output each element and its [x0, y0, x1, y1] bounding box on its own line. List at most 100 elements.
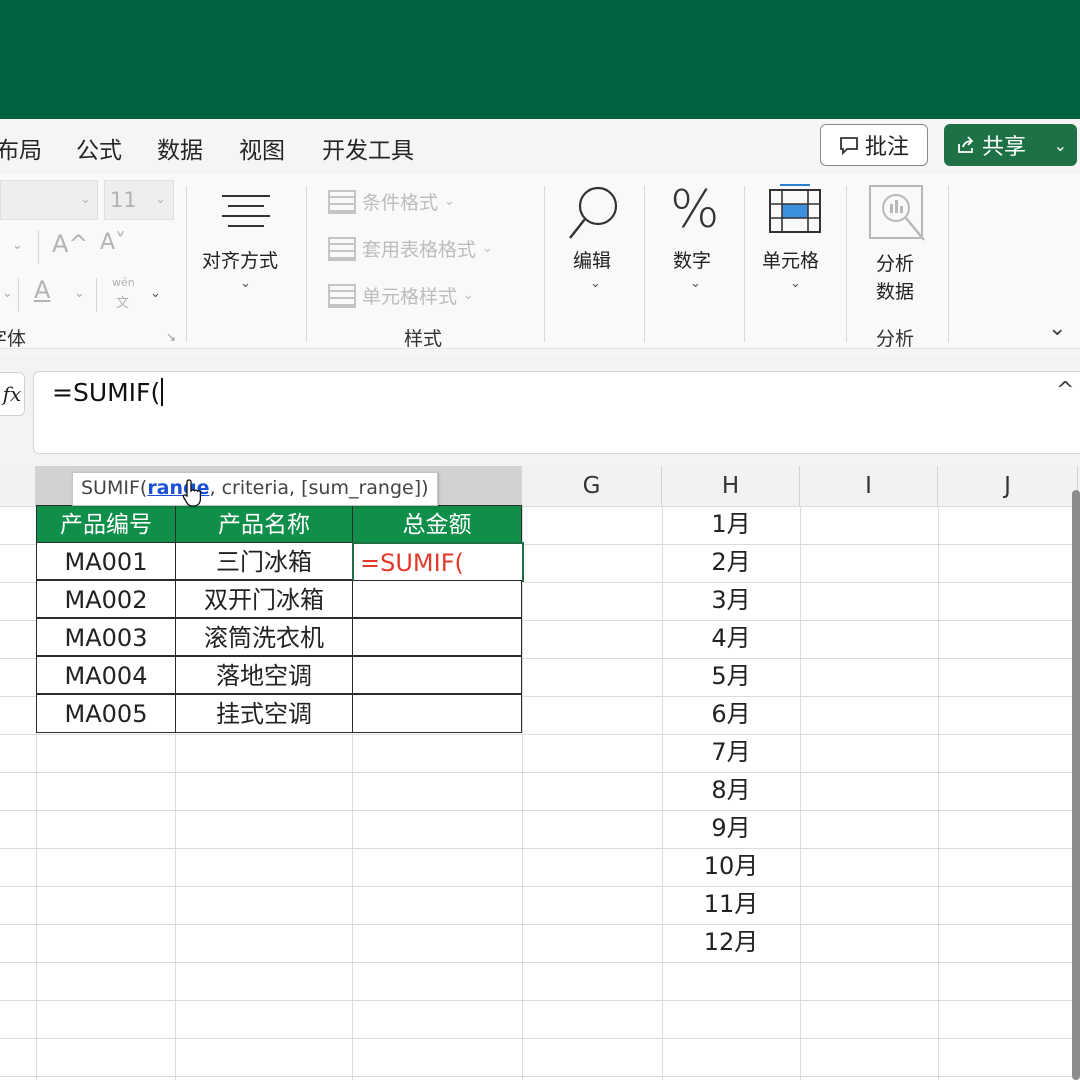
table-cell[interactable] — [352, 694, 522, 733]
divider — [544, 186, 545, 342]
cells-icon — [769, 184, 821, 233]
analyze-data-icon — [869, 185, 925, 241]
conditional-format-label: 条件格式 — [362, 192, 439, 214]
chevron-down-icon[interactable]: ⌄ — [155, 192, 166, 207]
column-header-h[interactable]: H — [662, 466, 800, 506]
cell-style-icon — [328, 283, 356, 308]
conditional-format-icon — [328, 189, 356, 214]
vertical-scrollbar[interactable] — [1072, 490, 1080, 1080]
chevron-down-icon[interactable]: ⌄ — [80, 192, 91, 207]
column-header-g[interactable]: G — [522, 466, 662, 506]
share-icon — [958, 136, 974, 153]
grid-line — [938, 506, 939, 1080]
select-all-corner[interactable] — [0, 466, 36, 506]
phonetic-icon[interactable]: 文 — [116, 292, 129, 311]
ribbon-collapse-icon[interactable]: ⌄ — [1048, 316, 1066, 341]
table-cell[interactable]: MA003 — [36, 618, 176, 656]
month-cell[interactable]: 11月 — [662, 885, 800, 923]
decrease-font-icon[interactable]: A˅ — [100, 230, 126, 255]
tab-view[interactable]: 视图 — [239, 131, 285, 165]
month-cell[interactable]: 9月 — [662, 809, 800, 847]
title-bar — [0, 0, 1080, 119]
divider — [744, 186, 745, 342]
month-cell[interactable]: 12月 — [662, 923, 800, 961]
month-cell[interactable]: 1月 — [662, 505, 800, 543]
function-tooltip: SUMIF(range, criteria, [sum_range]) — [72, 472, 438, 506]
increase-font-icon[interactable]: A^ — [52, 230, 89, 258]
analyze-data-label[interactable]: 分析 — [876, 249, 914, 276]
month-cell[interactable]: 10月 — [662, 847, 800, 885]
table-cell[interactable]: 双开门冰箱 — [175, 580, 353, 618]
divider — [96, 278, 97, 312]
analyze-data-label-2[interactable]: 数据 — [876, 277, 914, 304]
month-cell[interactable]: 4月 — [662, 619, 800, 657]
font-size-value: 11 — [110, 188, 137, 212]
hand-cursor-icon — [182, 479, 202, 507]
chevron-down-icon[interactable]: ⌄ — [74, 286, 85, 301]
cells-button[interactable]: 单元格 — [762, 246, 819, 273]
comment-label: 批注 — [864, 135, 909, 160]
align-button[interactable]: 对齐方式 — [202, 246, 278, 273]
comment-button[interactable]: 批注 — [820, 124, 928, 166]
align-icon — [222, 195, 270, 227]
table-header-cell[interactable]: 产品名称 — [175, 505, 353, 543]
column-header-j[interactable]: J — [938, 466, 1078, 506]
fx-icon[interactable]: fx — [0, 372, 25, 416]
table-cell[interactable]: 落地空调 — [175, 656, 353, 694]
column-header-i[interactable]: I — [800, 466, 938, 506]
group-label-analysis: 分析 — [876, 328, 915, 350]
search-icon — [569, 186, 618, 239]
formula-text[interactable]: =SUMIF( — [52, 378, 164, 407]
format-as-table-button[interactable]: 套用表格格式 ⌄ — [328, 235, 493, 262]
dialog-launcher-icon[interactable]: ↘ — [166, 330, 176, 344]
table-cell[interactable]: MA001 — [36, 542, 176, 580]
chevron-down-icon[interactable]: ⌄ — [2, 286, 13, 301]
tab-data[interactable]: 数据 — [157, 131, 203, 165]
chevron-down-icon[interactable]: ⌄ — [240, 276, 251, 291]
tab-formulas[interactable]: 公式 — [76, 131, 122, 165]
number-button[interactable]: 数字 — [673, 246, 711, 273]
chevron-down-icon[interactable]: ⌄ — [790, 276, 801, 291]
active-cell[interactable]: =SUMIF( — [352, 542, 524, 582]
table-cell[interactable] — [352, 656, 522, 694]
table-header-cell[interactable]: 产品编号 — [36, 505, 176, 543]
tab-developer[interactable]: 开发工具 — [322, 131, 414, 165]
table-cell[interactable] — [352, 618, 522, 656]
month-cell[interactable]: 6月 — [662, 695, 800, 733]
percent-icon: % — [670, 180, 720, 240]
table-cell[interactable]: 滚筒洗衣机 — [175, 618, 353, 656]
table-cell[interactable]: MA005 — [36, 694, 176, 733]
table-cell[interactable] — [352, 580, 522, 618]
font-color-icon[interactable]: A — [34, 276, 50, 304]
chevron-down-icon[interactable]: ⌄ — [150, 286, 161, 301]
phonetic-icon[interactable]: wén — [112, 276, 135, 289]
conditional-format-button[interactable]: 条件格式 ⌄ — [328, 188, 455, 215]
tooltip-arguments: , criteria, [sum_range]) — [209, 477, 429, 499]
tab-layout[interactable]: 布局 — [0, 131, 42, 165]
cell-styles-button[interactable]: 单元格样式 ⌄ — [328, 282, 474, 309]
table-cell[interactable]: 三门冰箱 — [175, 542, 353, 580]
edit-button[interactable]: 编辑 — [573, 246, 611, 273]
chevron-down-icon[interactable]: ⌄ — [690, 276, 701, 291]
table-cell[interactable]: MA002 — [36, 580, 176, 618]
group-label-styles: 样式 — [404, 328, 443, 350]
table-header-cell[interactable]: 总金额 — [352, 505, 522, 543]
table-cell[interactable]: MA004 — [36, 656, 176, 694]
table-cell[interactable]: 挂式空调 — [175, 694, 353, 733]
chevron-down-icon[interactable]: ⌄ — [12, 238, 23, 253]
chevron-down-icon[interactable]: ⌄ — [1054, 136, 1067, 155]
formula-input[interactable] — [33, 371, 1080, 454]
group-label-font: 字体 — [0, 328, 27, 350]
month-cell[interactable]: 5月 — [662, 657, 800, 695]
divider — [846, 186, 847, 342]
divider — [38, 230, 39, 264]
share-button[interactable]: 共享 ⌄ — [944, 124, 1077, 166]
month-cell[interactable]: 3月 — [662, 581, 800, 619]
month-cell[interactable]: 7月 — [662, 733, 800, 771]
divider — [186, 186, 187, 342]
month-cell[interactable]: 8月 — [662, 771, 800, 809]
cell-styles-label: 单元格样式 — [362, 286, 458, 308]
chevron-down-icon[interactable]: ⌄ — [590, 276, 601, 291]
month-cell[interactable]: 2月 — [662, 543, 800, 581]
chevron-up-icon[interactable]: ^ — [1056, 378, 1074, 403]
